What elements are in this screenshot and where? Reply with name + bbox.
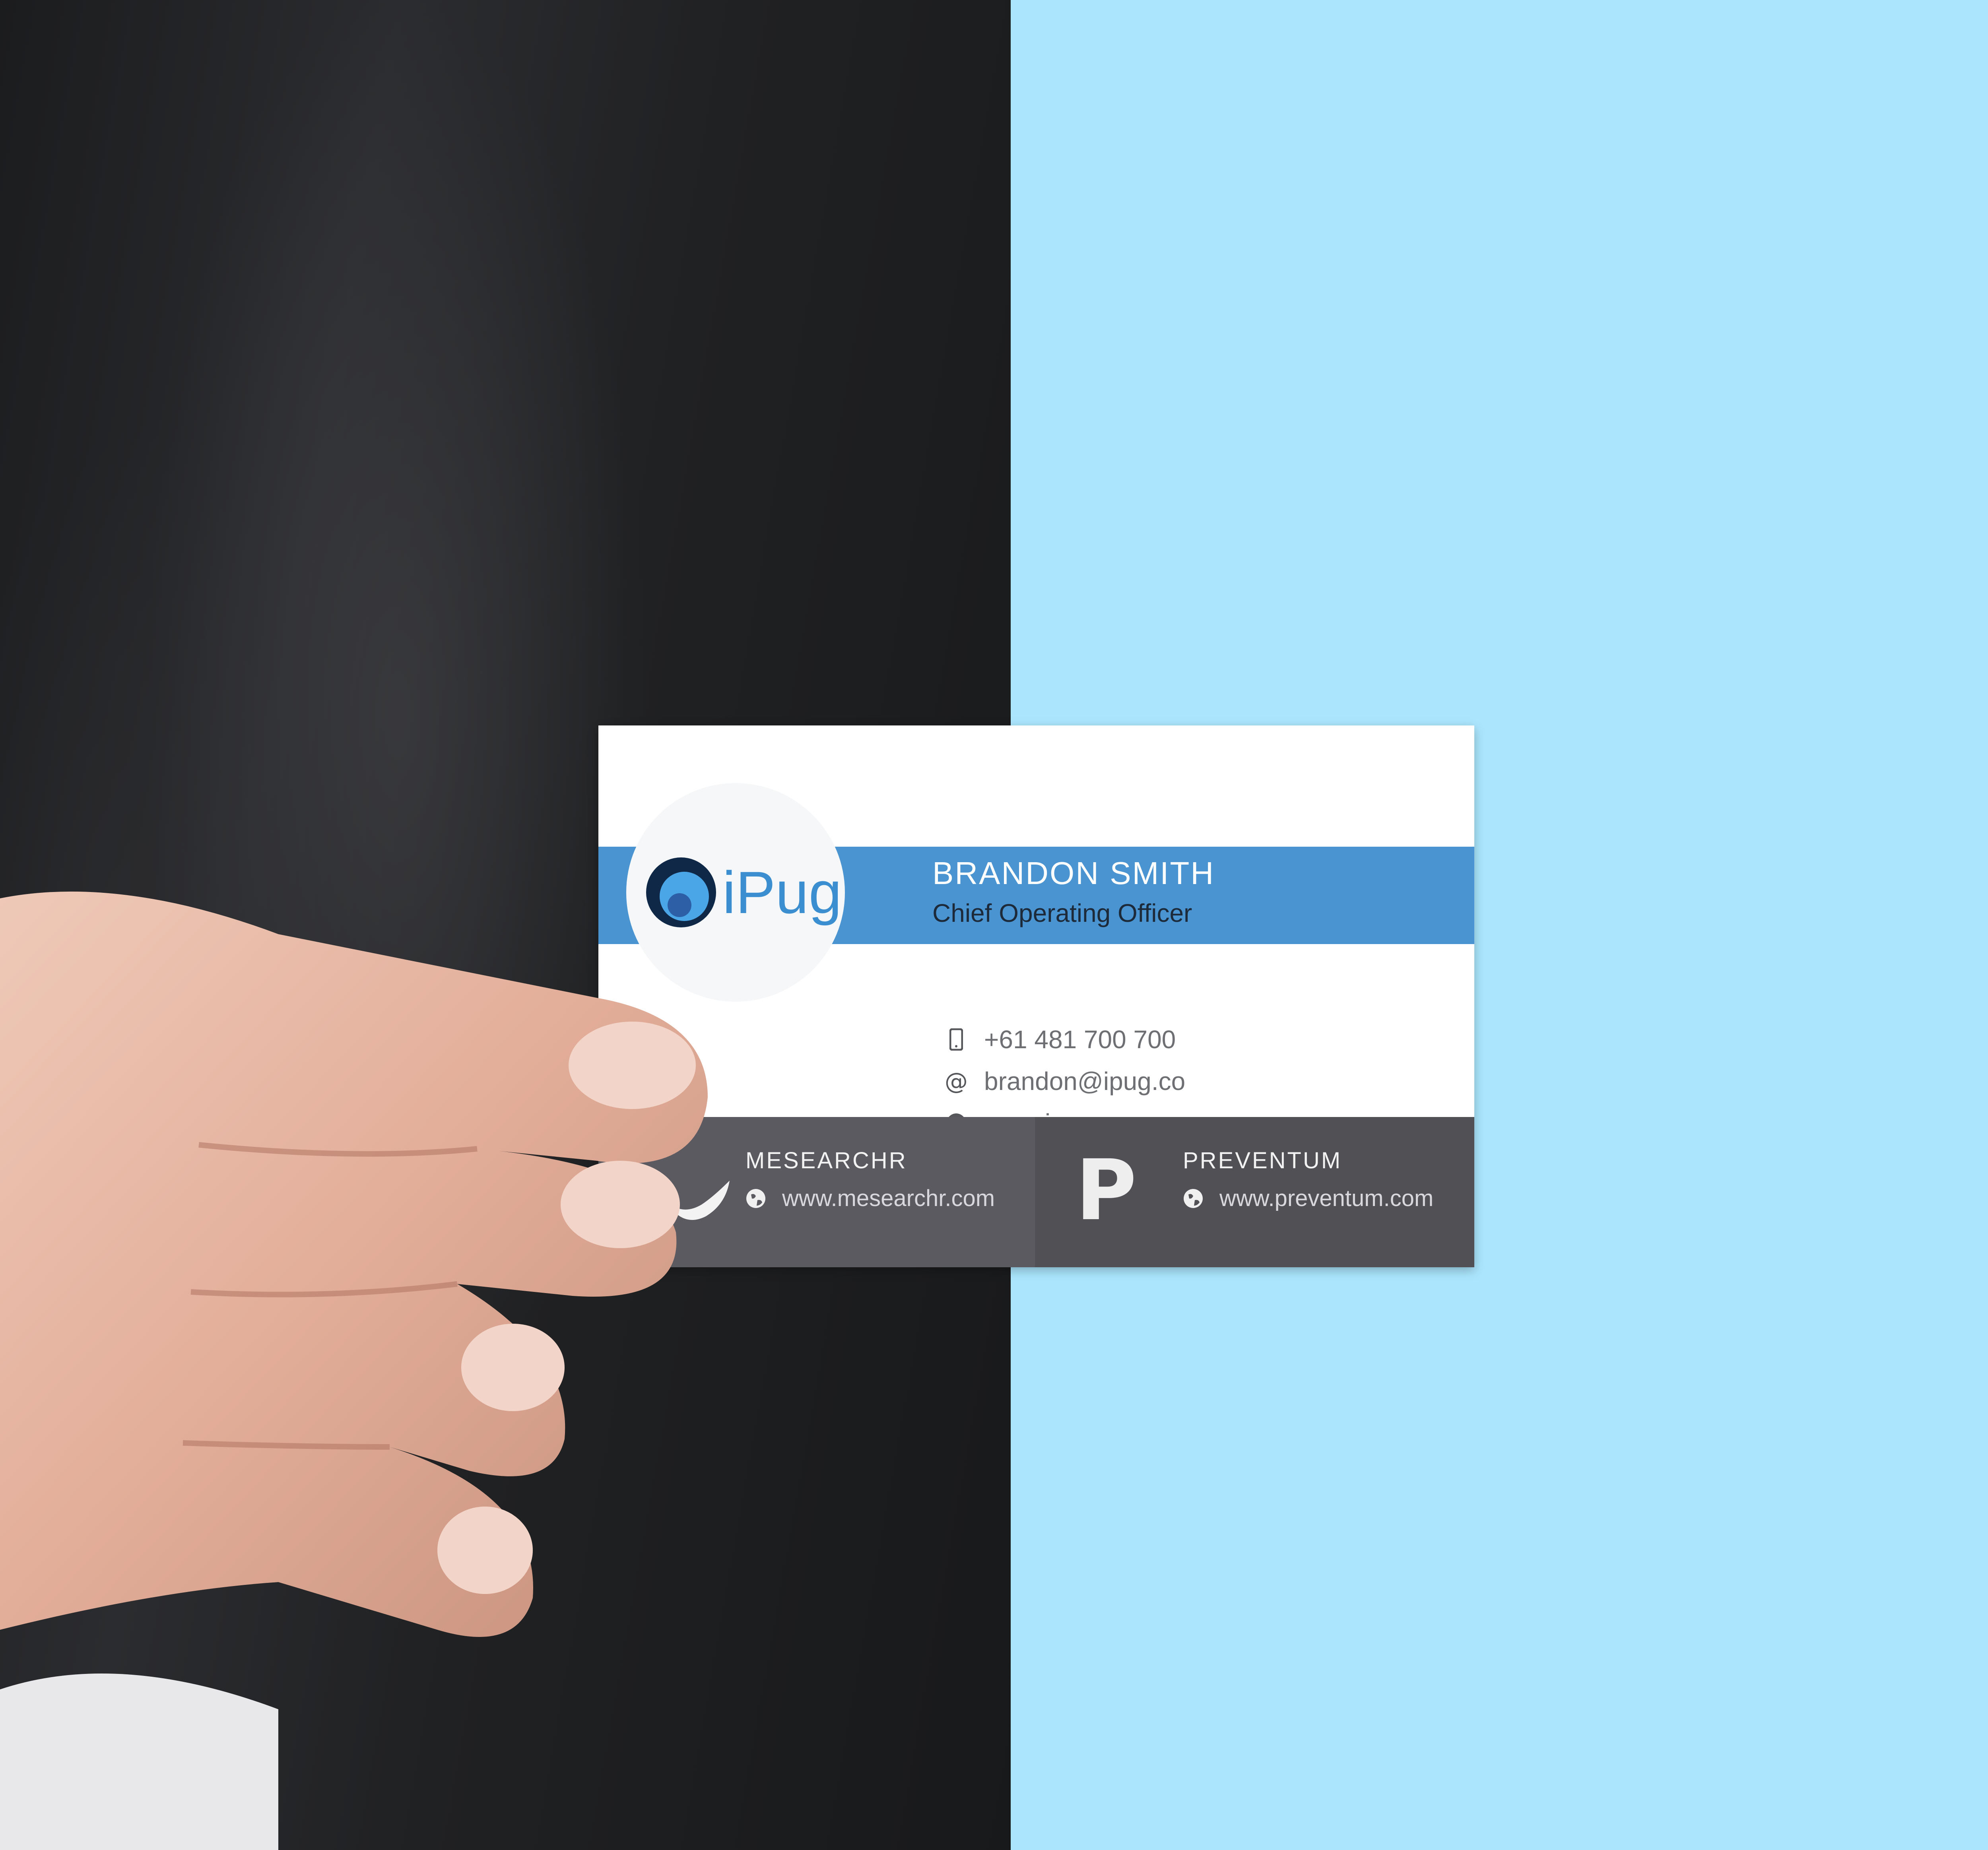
contact-email: @ brandon@ipug.co — [944, 1063, 1185, 1099]
preventum-name: PREVENTUM — [1183, 1148, 1342, 1173]
contact-phone: +61 481 700 700 — [944, 1022, 1176, 1057]
globe-icon — [1184, 1189, 1203, 1208]
mesearchr-name: MESEARCHR — [746, 1148, 907, 1173]
at-icon: @ — [945, 1068, 968, 1095]
preventum-logo-icon: P — [1076, 1142, 1137, 1239]
preventum-url: www.preventum.com — [1219, 1185, 1434, 1211]
email-address: brandon@ipug.co — [984, 1067, 1186, 1096]
phone-number: +61 481 700 700 — [984, 1025, 1176, 1054]
person-name: BRANDON SMITH — [932, 855, 1215, 891]
hand — [0, 891, 708, 1850]
preventum-url-row: www.preventum.com — [1183, 1185, 1433, 1212]
mesearchr-url-row: www.mesearchr.com — [746, 1185, 995, 1212]
phone-icon — [944, 1026, 968, 1053]
job-title: Chief Operating Officer — [932, 899, 1192, 927]
mesearchr-url: www.mesearchr.com — [782, 1185, 995, 1211]
